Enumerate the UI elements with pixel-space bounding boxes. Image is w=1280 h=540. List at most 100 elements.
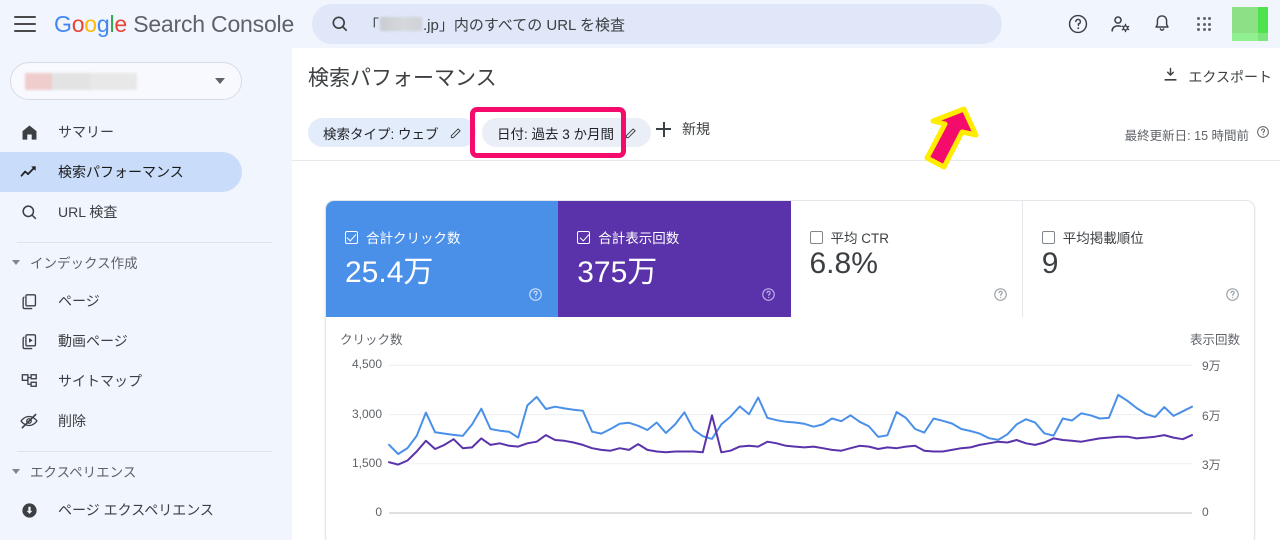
add-new-filter-label: 新規 bbox=[682, 121, 710, 137]
chart-plot-area bbox=[388, 364, 1193, 514]
chevron-down-icon bbox=[12, 259, 20, 265]
pages-icon bbox=[17, 289, 41, 313]
chart-y2-tick-label: 9万 bbox=[1202, 359, 1221, 374]
search-console-app: Google Search Console 「 .jp」内のすべての URL を検… bbox=[0, 0, 1280, 540]
logo-letter-o2: o bbox=[84, 10, 97, 37]
filter-bar: 検索タイプ: ウェブ 日付: 過去 3 か月間 新規 最終更新日: 15 時間前 bbox=[292, 102, 1280, 160]
sidebar-item-url-inspection[interactable]: URL 検査 bbox=[0, 192, 242, 232]
sidebar-item-label: ページ エクスペリエンス bbox=[58, 502, 214, 518]
sidebar-section-experience[interactable]: エクスペリエンス bbox=[0, 452, 292, 490]
chevron-down-icon bbox=[12, 468, 20, 474]
metric-label: 平均 CTR bbox=[830, 231, 890, 246]
logo-product-name: Search Console bbox=[127, 10, 295, 37]
metric-value: 9 bbox=[1041, 247, 1059, 280]
search-icon bbox=[330, 14, 350, 34]
account-settings-icon[interactable] bbox=[1100, 4, 1140, 44]
help-icon[interactable] bbox=[993, 287, 1008, 307]
pencil-icon bbox=[624, 126, 638, 140]
filter-chip-label: 検索タイプ: ウェブ bbox=[323, 126, 439, 142]
trending-up-icon bbox=[17, 160, 41, 184]
metric-card-average-position[interactable]: 平均掲載順位 9 bbox=[1023, 201, 1254, 317]
primary-nav-list: サマリー 検索パフォーマンス URL 検査 bbox=[0, 112, 292, 232]
redacted-domain bbox=[380, 17, 423, 31]
url-inspection-search-input[interactable]: 「 .jp」内のすべての URL を検査 bbox=[312, 4, 1002, 44]
sidebar-section-indexing[interactable]: インデックス作成 bbox=[0, 243, 292, 281]
help-icon[interactable] bbox=[1225, 287, 1240, 307]
last-updated-label: 最終更新日: 15 時間前 bbox=[1124, 129, 1249, 143]
header-divider bbox=[292, 160, 1280, 161]
performance-panel: 合計クリック数 25.4万 合計表示回数 375万 平均 CTR 6.8% 平均… bbox=[325, 200, 1255, 540]
sidebar-section-label: インデックス作成 bbox=[30, 256, 138, 271]
help-icon[interactable] bbox=[528, 287, 543, 307]
pencil-icon bbox=[449, 126, 463, 140]
video-page-icon bbox=[17, 329, 41, 353]
notifications-bell-icon[interactable] bbox=[1142, 4, 1182, 44]
metric-checkbox[interactable] bbox=[809, 230, 823, 244]
help-icon[interactable] bbox=[1256, 125, 1270, 144]
sitemap-icon bbox=[17, 369, 41, 393]
chart-y2-tick-label: 3万 bbox=[1202, 457, 1221, 472]
metric-checkbox[interactable] bbox=[345, 230, 358, 244]
sidebar-item-page-experience[interactable]: ページ エクスペリエンス bbox=[0, 490, 242, 530]
add-new-filter-button[interactable]: 新規 bbox=[656, 119, 710, 139]
sidebar-navigation: サマリー 検索パフォーマンス URL 検査 インデックス作成 ページ 動画ページ… bbox=[0, 48, 292, 540]
help-icon[interactable] bbox=[761, 287, 776, 307]
metric-cards: 合計クリック数 25.4万 合計表示回数 375万 平均 CTR 6.8% 平均… bbox=[326, 201, 1254, 317]
metric-card-average-ctr[interactable]: 平均 CTR 6.8% bbox=[791, 201, 1023, 317]
logo-letter-e: e bbox=[114, 10, 127, 37]
metric-value: 25.4万 bbox=[345, 256, 434, 289]
search-text-prefix: 「 bbox=[364, 16, 380, 34]
hamburger-menu-icon[interactable] bbox=[14, 16, 36, 32]
chart-y-tick-label: 3,000 bbox=[351, 406, 382, 421]
filter-chip-date[interactable]: 日付: 過去 3 か月間 bbox=[482, 118, 652, 147]
apps-grid-icon[interactable] bbox=[1184, 4, 1224, 44]
chevron-down-icon bbox=[215, 78, 225, 84]
property-selector[interactable] bbox=[10, 62, 242, 100]
plus-icon bbox=[656, 121, 671, 137]
logo-letter-g2: g bbox=[96, 10, 110, 37]
filter-chip-label: 日付: 過去 3 か月間 bbox=[497, 126, 615, 142]
metric-label: 合計クリック数 bbox=[366, 231, 461, 246]
metric-card-total-impressions[interactable]: 合計表示回数 375万 bbox=[558, 201, 791, 317]
chart-y-tick-label: 0 bbox=[375, 505, 382, 519]
filter-chip-search-type[interactable]: 検索タイプ: ウェブ bbox=[308, 118, 476, 147]
metric-label: 合計表示回数 bbox=[598, 231, 680, 246]
user-avatar[interactable] bbox=[1232, 7, 1268, 41]
eye-off-icon bbox=[17, 409, 41, 433]
main-content: 検索パフォーマンス エクスポート 検索タイプ: ウェブ 日付: 過去 3 か月間 bbox=[292, 48, 1280, 540]
sidebar-item-search-performance[interactable]: 検索パフォーマンス bbox=[0, 152, 242, 192]
chart-y2-tick-label: 6万 bbox=[1202, 408, 1221, 423]
sidebar-item-label: 検索パフォーマンス bbox=[58, 164, 184, 180]
export-label: エクスポート bbox=[1188, 69, 1272, 85]
help-icon[interactable] bbox=[1058, 4, 1098, 44]
chart-y-tick-label: 4,500 bbox=[351, 357, 382, 372]
metric-checkbox[interactable] bbox=[577, 230, 591, 244]
page-header: 検索パフォーマンス エクスポート bbox=[292, 48, 1280, 102]
sidebar-item-label: URL 検査 bbox=[58, 204, 118, 220]
sidebar-item-label: ページ bbox=[58, 293, 100, 309]
chart-y-tick-label: 1,500 bbox=[351, 455, 382, 470]
google-search-console-logo[interactable]: Google Search Console bbox=[54, 11, 294, 38]
metric-label-row: 平均掲載順位 bbox=[1041, 227, 1144, 247]
page-experience-icon bbox=[17, 498, 41, 522]
metric-card-total-clicks[interactable]: 合計クリック数 25.4万 bbox=[326, 201, 559, 317]
sidebar-item-pages[interactable]: ページ bbox=[0, 281, 242, 321]
sidebar-item-video-pages[interactable]: 動画ページ bbox=[0, 321, 242, 361]
export-button[interactable]: エクスポート bbox=[1162, 66, 1272, 88]
sidebar-item-removals[interactable]: 削除 bbox=[0, 401, 242, 441]
sidebar-item-label: 削除 bbox=[58, 413, 86, 429]
search-input-text: 「 .jp」内のすべての URL を検査 bbox=[364, 14, 625, 35]
metric-label-row: 合計表示回数 bbox=[577, 227, 679, 247]
search-icon bbox=[17, 200, 41, 224]
page-title: 検索パフォーマンス bbox=[308, 67, 497, 90]
indexing-nav-list: ページ 動画ページ サイトマップ 削除 bbox=[0, 281, 292, 441]
top-app-bar: Google Search Console 「 .jp」内のすべての URL を検… bbox=[0, 0, 1280, 48]
home-icon bbox=[17, 120, 41, 144]
metric-value: 6.8% bbox=[809, 247, 878, 280]
sidebar-item-summary[interactable]: サマリー bbox=[0, 112, 242, 152]
metric-checkbox[interactable] bbox=[1041, 230, 1055, 244]
sidebar-item-sitemaps[interactable]: サイトマップ bbox=[0, 361, 242, 401]
top-bar-icons bbox=[1058, 0, 1270, 48]
download-icon bbox=[1162, 66, 1179, 88]
last-updated: 最終更新日: 15 時間前 bbox=[1125, 125, 1270, 144]
